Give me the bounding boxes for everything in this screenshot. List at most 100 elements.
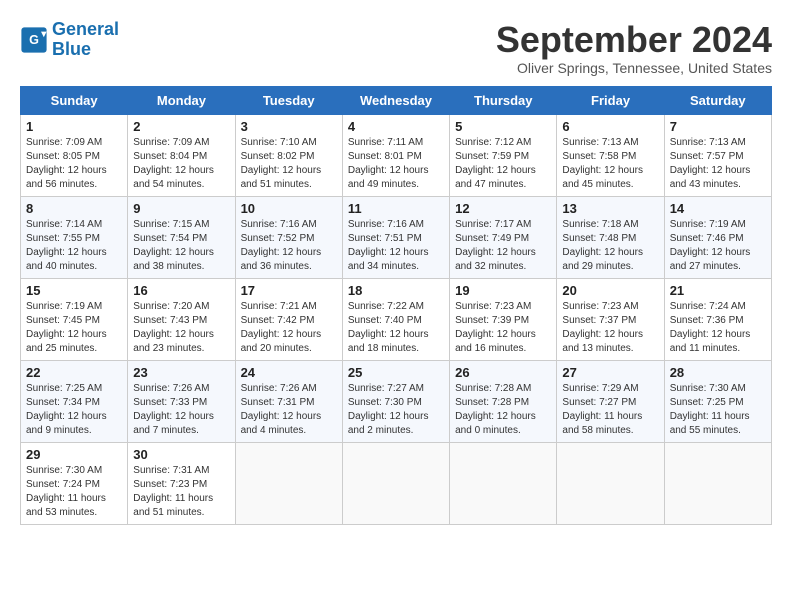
day-number: 19 — [455, 283, 551, 298]
day-number: 21 — [670, 283, 766, 298]
day-info: Sunrise: 7:10 AMSunset: 8:02 PMDaylight:… — [241, 137, 322, 190]
day-number: 5 — [455, 119, 551, 134]
day-number: 13 — [562, 201, 658, 216]
calendar-day-cell: 12 Sunrise: 7:17 AMSunset: 7:49 PMDaylig… — [450, 196, 557, 278]
calendar-day-cell: 22 Sunrise: 7:25 AMSunset: 7:34 PMDaylig… — [21, 360, 128, 442]
calendar-day-cell: 2 Sunrise: 7:09 AMSunset: 8:04 PMDayligh… — [128, 114, 235, 196]
day-header-friday: Friday — [557, 86, 664, 114]
day-number: 12 — [455, 201, 551, 216]
calendar-week-row: 1 Sunrise: 7:09 AMSunset: 8:05 PMDayligh… — [21, 114, 772, 196]
calendar-day-cell: 15 Sunrise: 7:19 AMSunset: 7:45 PMDaylig… — [21, 278, 128, 360]
day-info: Sunrise: 7:28 AMSunset: 7:28 PMDaylight:… — [455, 383, 536, 436]
calendar-day-cell: 19 Sunrise: 7:23 AMSunset: 7:39 PMDaylig… — [450, 278, 557, 360]
day-info: Sunrise: 7:23 AMSunset: 7:37 PMDaylight:… — [562, 301, 643, 354]
calendar-day-cell: 21 Sunrise: 7:24 AMSunset: 7:36 PMDaylig… — [664, 278, 771, 360]
calendar-day-cell: 1 Sunrise: 7:09 AMSunset: 8:05 PMDayligh… — [21, 114, 128, 196]
location: Oliver Springs, Tennessee, United States — [496, 60, 772, 76]
day-number: 28 — [670, 365, 766, 380]
day-info: Sunrise: 7:18 AMSunset: 7:48 PMDaylight:… — [562, 219, 643, 272]
day-info: Sunrise: 7:30 AMSunset: 7:25 PMDaylight:… — [670, 383, 750, 436]
day-header-wednesday: Wednesday — [342, 86, 449, 114]
day-number: 6 — [562, 119, 658, 134]
day-info: Sunrise: 7:30 AMSunset: 7:24 PMDaylight:… — [26, 465, 106, 518]
calendar-week-row: 15 Sunrise: 7:19 AMSunset: 7:45 PMDaylig… — [21, 278, 772, 360]
day-header-sunday: Sunday — [21, 86, 128, 114]
calendar-day-cell: 23 Sunrise: 7:26 AMSunset: 7:33 PMDaylig… — [128, 360, 235, 442]
day-header-saturday: Saturday — [664, 86, 771, 114]
calendar-day-cell: 20 Sunrise: 7:23 AMSunset: 7:37 PMDaylig… — [557, 278, 664, 360]
day-number: 15 — [26, 283, 122, 298]
day-info: Sunrise: 7:13 AMSunset: 7:57 PMDaylight:… — [670, 137, 751, 190]
day-number: 26 — [455, 365, 551, 380]
calendar-day-cell: 10 Sunrise: 7:16 AMSunset: 7:52 PMDaylig… — [235, 196, 342, 278]
day-info: Sunrise: 7:14 AMSunset: 7:55 PMDaylight:… — [26, 219, 107, 272]
day-info: Sunrise: 7:13 AMSunset: 7:58 PMDaylight:… — [562, 137, 643, 190]
empty-day-cell — [557, 442, 664, 524]
day-info: Sunrise: 7:22 AMSunset: 7:40 PMDaylight:… — [348, 301, 429, 354]
calendar-day-cell: 26 Sunrise: 7:28 AMSunset: 7:28 PMDaylig… — [450, 360, 557, 442]
day-info: Sunrise: 7:23 AMSunset: 7:39 PMDaylight:… — [455, 301, 536, 354]
day-number: 29 — [26, 447, 122, 462]
day-number: 27 — [562, 365, 658, 380]
calendar-day-cell: 30 Sunrise: 7:31 AMSunset: 7:23 PMDaylig… — [128, 442, 235, 524]
day-info: Sunrise: 7:15 AMSunset: 7:54 PMDaylight:… — [133, 219, 214, 272]
calendar-day-cell: 16 Sunrise: 7:20 AMSunset: 7:43 PMDaylig… — [128, 278, 235, 360]
day-info: Sunrise: 7:19 AMSunset: 7:46 PMDaylight:… — [670, 219, 751, 272]
day-number: 17 — [241, 283, 337, 298]
days-header-row: SundayMondayTuesdayWednesdayThursdayFrid… — [21, 86, 772, 114]
calendar-day-cell: 3 Sunrise: 7:10 AMSunset: 8:02 PMDayligh… — [235, 114, 342, 196]
day-info: Sunrise: 7:31 AMSunset: 7:23 PMDaylight:… — [133, 465, 213, 518]
day-info: Sunrise: 7:25 AMSunset: 7:34 PMDaylight:… — [26, 383, 107, 436]
calendar-day-cell: 7 Sunrise: 7:13 AMSunset: 7:57 PMDayligh… — [664, 114, 771, 196]
day-number: 3 — [241, 119, 337, 134]
day-number: 10 — [241, 201, 337, 216]
month-title: September 2024 — [496, 20, 772, 60]
calendar-day-cell: 17 Sunrise: 7:21 AMSunset: 7:42 PMDaylig… — [235, 278, 342, 360]
day-header-thursday: Thursday — [450, 86, 557, 114]
day-number: 18 — [348, 283, 444, 298]
calendar-table: SundayMondayTuesdayWednesdayThursdayFrid… — [20, 86, 772, 525]
day-info: Sunrise: 7:20 AMSunset: 7:43 PMDaylight:… — [133, 301, 214, 354]
calendar-day-cell: 14 Sunrise: 7:19 AMSunset: 7:46 PMDaylig… — [664, 196, 771, 278]
calendar-day-cell: 11 Sunrise: 7:16 AMSunset: 7:51 PMDaylig… — [342, 196, 449, 278]
day-number: 24 — [241, 365, 337, 380]
day-info: Sunrise: 7:09 AMSunset: 8:05 PMDaylight:… — [26, 137, 107, 190]
empty-day-cell — [664, 442, 771, 524]
day-info: Sunrise: 7:27 AMSunset: 7:30 PMDaylight:… — [348, 383, 429, 436]
day-info: Sunrise: 7:26 AMSunset: 7:33 PMDaylight:… — [133, 383, 214, 436]
calendar-day-cell: 13 Sunrise: 7:18 AMSunset: 7:48 PMDaylig… — [557, 196, 664, 278]
day-number: 4 — [348, 119, 444, 134]
calendar-day-cell: 27 Sunrise: 7:29 AMSunset: 7:27 PMDaylig… — [557, 360, 664, 442]
calendar-day-cell: 6 Sunrise: 7:13 AMSunset: 7:58 PMDayligh… — [557, 114, 664, 196]
logo: G General Blue — [20, 20, 119, 60]
day-number: 23 — [133, 365, 229, 380]
empty-day-cell — [235, 442, 342, 524]
page-header: G General Blue September 2024 Oliver Spr… — [20, 20, 772, 76]
calendar-week-row: 29 Sunrise: 7:30 AMSunset: 7:24 PMDaylig… — [21, 442, 772, 524]
empty-day-cell — [342, 442, 449, 524]
day-number: 20 — [562, 283, 658, 298]
day-info: Sunrise: 7:24 AMSunset: 7:36 PMDaylight:… — [670, 301, 751, 354]
calendar-day-cell: 9 Sunrise: 7:15 AMSunset: 7:54 PMDayligh… — [128, 196, 235, 278]
calendar-day-cell: 4 Sunrise: 7:11 AMSunset: 8:01 PMDayligh… — [342, 114, 449, 196]
day-info: Sunrise: 7:16 AMSunset: 7:51 PMDaylight:… — [348, 219, 429, 272]
day-info: Sunrise: 7:19 AMSunset: 7:45 PMDaylight:… — [26, 301, 107, 354]
day-info: Sunrise: 7:09 AMSunset: 8:04 PMDaylight:… — [133, 137, 214, 190]
empty-day-cell — [450, 442, 557, 524]
day-info: Sunrise: 7:16 AMSunset: 7:52 PMDaylight:… — [241, 219, 322, 272]
day-number: 11 — [348, 201, 444, 216]
calendar-day-cell: 28 Sunrise: 7:30 AMSunset: 7:25 PMDaylig… — [664, 360, 771, 442]
day-number: 30 — [133, 447, 229, 462]
calendar-day-cell: 24 Sunrise: 7:26 AMSunset: 7:31 PMDaylig… — [235, 360, 342, 442]
calendar-day-cell: 29 Sunrise: 7:30 AMSunset: 7:24 PMDaylig… — [21, 442, 128, 524]
day-number: 1 — [26, 119, 122, 134]
day-info: Sunrise: 7:29 AMSunset: 7:27 PMDaylight:… — [562, 383, 642, 436]
day-number: 2 — [133, 119, 229, 134]
calendar-day-cell: 8 Sunrise: 7:14 AMSunset: 7:55 PMDayligh… — [21, 196, 128, 278]
day-number: 16 — [133, 283, 229, 298]
calendar-week-row: 22 Sunrise: 7:25 AMSunset: 7:34 PMDaylig… — [21, 360, 772, 442]
day-info: Sunrise: 7:11 AMSunset: 8:01 PMDaylight:… — [348, 137, 429, 190]
day-header-tuesday: Tuesday — [235, 86, 342, 114]
day-info: Sunrise: 7:21 AMSunset: 7:42 PMDaylight:… — [241, 301, 322, 354]
calendar-day-cell: 5 Sunrise: 7:12 AMSunset: 7:59 PMDayligh… — [450, 114, 557, 196]
